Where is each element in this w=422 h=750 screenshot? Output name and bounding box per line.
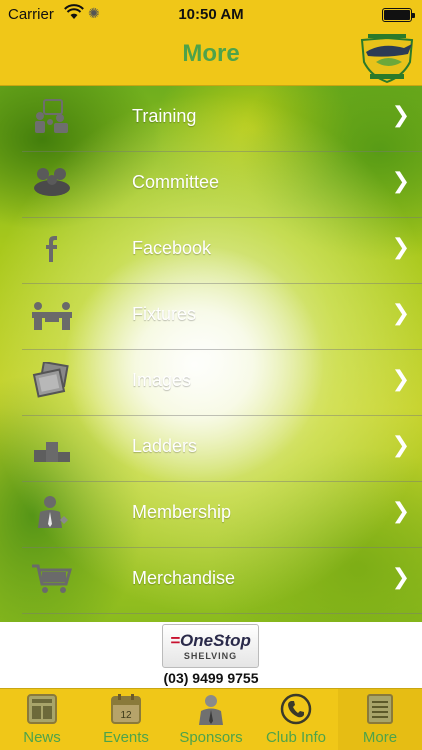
menu-item-label: Committee [132, 172, 220, 192]
brand-name: OneStop [180, 631, 251, 650]
fixtures-icon [32, 302, 72, 330]
sponsor-ad-banner[interactable]: =OneStop SHELVING (03) 9499 9755 [0, 622, 422, 688]
menu-item-training[interactable]: Training ❯ [0, 86, 422, 152]
navigation-bar: More [0, 30, 422, 86]
tab-events[interactable]: 12 Events [84, 689, 168, 750]
menu-item-images[interactable]: Images ❯ [0, 350, 422, 416]
status-time: 10:50 AM [178, 6, 244, 23]
chevron-right-icon: ❯ [391, 168, 410, 193]
menu-item-facebook[interactable]: Facebook ❯ [0, 218, 422, 284]
menu-item-label: Facebook [132, 238, 212, 258]
menu-item-merchandise[interactable]: Merchandise ❯ [0, 548, 422, 614]
tab-label: Events [103, 729, 149, 746]
tab-label: More [362, 729, 398, 746]
training-icon [35, 99, 68, 133]
chevron-right-icon: ❯ [391, 234, 410, 259]
club-logo [360, 34, 414, 84]
menu-item-label: Merchandise [132, 568, 236, 588]
chevron-right-icon: ❯ [391, 102, 410, 127]
chevron-right-icon: ❯ [391, 432, 410, 457]
chevron-right-icon: ❯ [391, 498, 410, 523]
menu-item-label: Training [132, 106, 197, 126]
tab-more[interactable]: More [338, 689, 422, 750]
newspaper-icon [27, 694, 57, 724]
menu-item-label: Images [132, 370, 192, 390]
menu-item-label: Fixtures [132, 304, 197, 324]
list-icon [367, 694, 393, 724]
row-divider [22, 613, 422, 614]
sponsor-phone[interactable]: (03) 9499 9755 [0, 670, 422, 686]
sponsor-logo[interactable]: =OneStop SHELVING [162, 624, 259, 668]
tab-sponsors[interactable]: Sponsors [168, 689, 254, 750]
calendar-icon: 12 [111, 694, 141, 724]
tab-label: News [23, 729, 61, 746]
tab-news[interactable]: News [0, 689, 84, 750]
menu-item-fixtures[interactable]: Fixtures ❯ [0, 284, 422, 350]
menu-item-label: Ladders [132, 436, 198, 456]
menu-item-ladders[interactable]: Ladders ❯ [0, 416, 422, 482]
ladders-icon [34, 442, 70, 462]
chevron-right-icon: ❯ [391, 366, 410, 391]
chevron-right-icon: ❯ [391, 564, 410, 589]
chevron-right-icon: ❯ [391, 300, 410, 325]
battery-icon [382, 8, 415, 22]
menu-item-label: Membership [132, 502, 232, 522]
menu-item-membership[interactable]: Membership ❯ [0, 482, 422, 548]
phone-icon [280, 693, 312, 725]
tab-label: Club Info [265, 729, 327, 746]
brand-subtitle: SHELVING [183, 651, 238, 661]
tab-bar: News 12 Events Sponsors Club Info More [0, 688, 422, 750]
tab-club-info[interactable]: Club Info [254, 689, 338, 750]
images-icon [32, 362, 69, 398]
brand-mark: = [170, 631, 181, 650]
committee-icon [34, 168, 70, 196]
menu-list: Training ❯ Committee ❯ Facebook ❯ Fixtur… [0, 86, 422, 622]
menu-item-committee[interactable]: Committee ❯ [0, 152, 422, 218]
sponsor-person-icon [199, 695, 223, 725]
membership-icon [38, 496, 68, 528]
calendar-day: 12 [120, 710, 132, 721]
tab-label: Sponsors [179, 729, 243, 746]
cart-icon [32, 564, 72, 593]
facebook-icon [46, 236, 57, 262]
status-bar: Carrier ✺ 10:50 AM [0, 0, 422, 30]
